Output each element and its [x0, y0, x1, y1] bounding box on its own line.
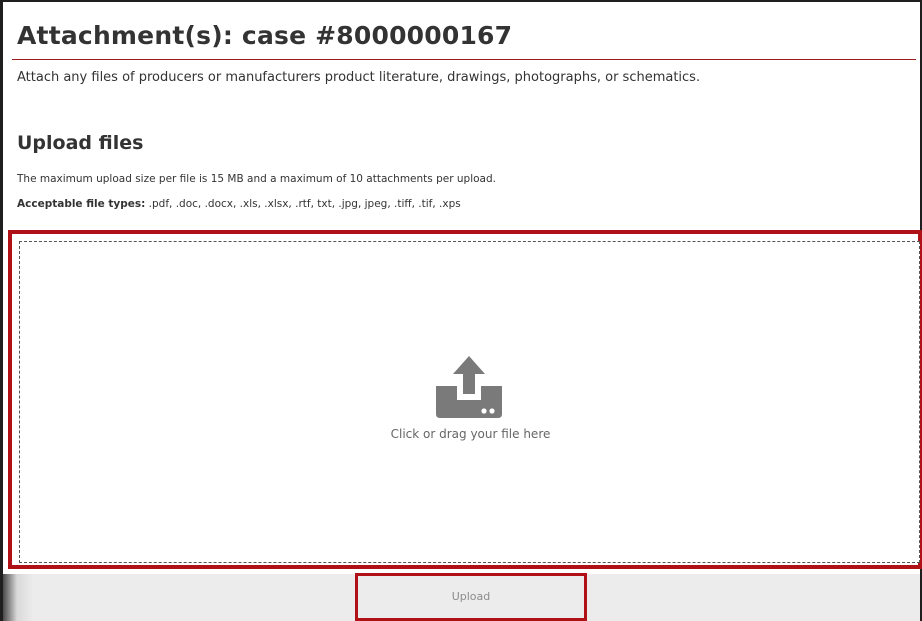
acceptable-file-types: Acceptable file types: .pdf, .doc, .docx… [17, 196, 461, 212]
intro-text: Attach any files of producers or manufac… [17, 70, 701, 85]
upload-limits-text: The maximum upload size per file is 15 M… [17, 173, 496, 185]
upload-button[interactable]: Upload [355, 573, 587, 621]
upload-tray-icon[interactable] [436, 356, 502, 418]
upload-files-heading: Upload files [17, 132, 144, 154]
page-title: Attachment(s): case #8000000167 [17, 21, 513, 50]
file-types-list: .pdf, .doc, .docx, .xls, .xlsx, .rtf, tx… [145, 198, 461, 210]
file-types-label: Acceptable file types: [17, 198, 146, 210]
dropzone-instructions: Click or drag your file here [390, 427, 551, 441]
title-divider [12, 59, 916, 60]
